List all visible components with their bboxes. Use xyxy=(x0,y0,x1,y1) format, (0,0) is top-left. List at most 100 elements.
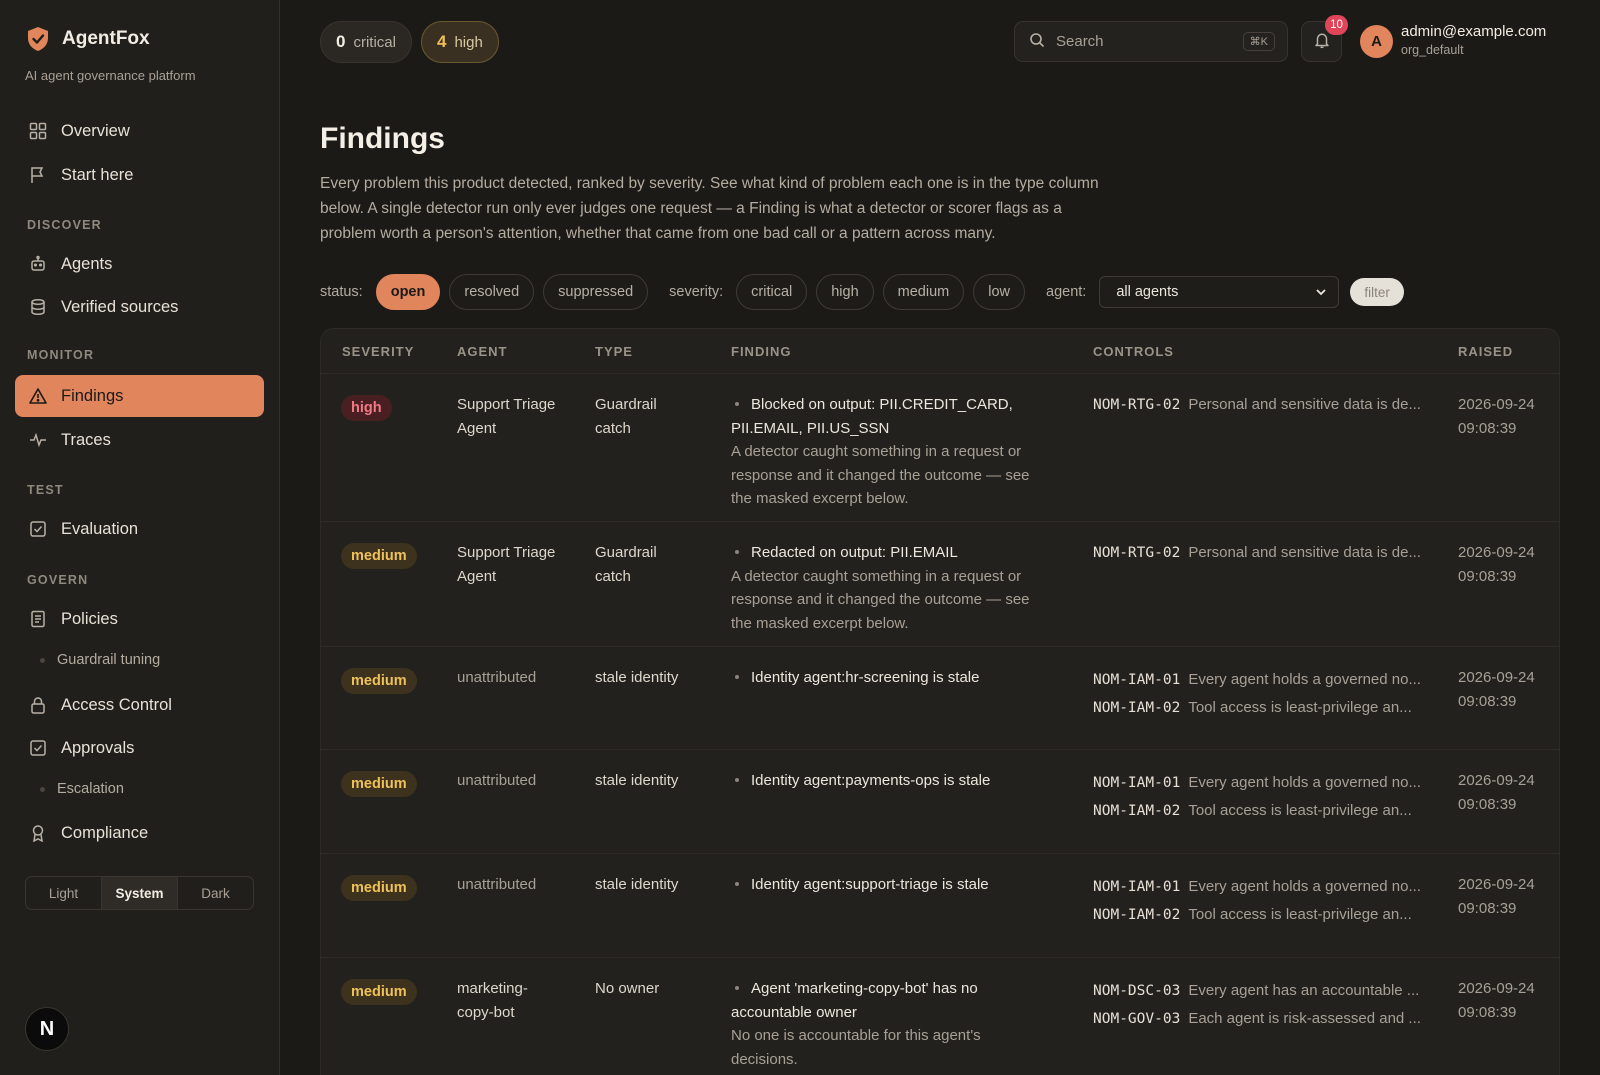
finding-cell[interactable]: Identity agent:payments-ops is stale xyxy=(731,769,1051,793)
search-icon xyxy=(1029,32,1045,52)
robot-icon xyxy=(28,255,47,274)
control-item[interactable]: NOM-DSC-03 Every agent has an accountable… xyxy=(1093,977,1423,1005)
brand-name: AgentFox xyxy=(62,28,150,49)
severity-badge: high xyxy=(341,395,392,421)
sidebar: AgentFox AI agent governance platform Ov… xyxy=(0,0,280,1075)
type-cell: stale identity xyxy=(595,772,679,789)
nav-compliance[interactable]: Compliance xyxy=(15,812,264,854)
filter-button[interactable]: filter xyxy=(1350,278,1404,306)
status-filter-label: status: xyxy=(320,284,363,300)
theme-dark-button[interactable]: Dark xyxy=(178,877,253,909)
agent-cell: unattributed xyxy=(457,876,537,893)
section-govern: GOVERN xyxy=(27,573,89,587)
raised-cell: 2026-09-24 09:08:39 xyxy=(1458,544,1535,585)
checkbox-icon xyxy=(28,739,47,758)
checkbox-icon xyxy=(28,520,47,539)
finding-cell[interactable]: Redacted on output: PII.EMAIL A detector… xyxy=(731,541,1051,635)
severity-critical-chip[interactable]: critical xyxy=(736,274,808,310)
agent-cell: Support Triage Agent xyxy=(457,396,556,437)
nav-findings[interactable]: Findings xyxy=(15,375,264,417)
type-cell: stale identity xyxy=(595,669,679,686)
header-agent[interactable]: AGENT xyxy=(457,344,508,359)
finding-cell[interactable]: Agent 'marketing-copy-bot' has no accoun… xyxy=(731,977,1031,1071)
severity-medium-chip[interactable]: medium xyxy=(882,274,965,310)
nav-findings-label: Findings xyxy=(61,386,124,405)
raised-cell: 2026-09-24 09:08:39 xyxy=(1458,669,1535,710)
header-controls[interactable]: CONTROLS xyxy=(1093,344,1174,359)
table-row[interactable]: high Support Triage Agent Guardrail catc… xyxy=(321,373,1559,521)
finding-cell[interactable]: Identity agent:support-triage is stale xyxy=(731,873,1051,897)
control-item[interactable]: NOM-IAM-02 Tool access is least-privilege… xyxy=(1093,797,1423,825)
nav-approvals[interactable]: Approvals xyxy=(15,727,264,769)
nav-overview[interactable]: Overview xyxy=(15,110,264,152)
control-item[interactable]: NOM-IAM-02 Tool access is least-privilege… xyxy=(1093,694,1423,722)
table-row[interactable]: medium marketing-copy-bot No owner Agent… xyxy=(321,957,1559,1075)
type-cell: stale identity xyxy=(595,876,679,893)
nav-access-control[interactable]: Access Control xyxy=(15,684,264,726)
finding-cell[interactable]: Identity agent:hr-screening is stale xyxy=(731,666,1051,690)
section-discover: DISCOVER xyxy=(27,218,102,232)
header-severity[interactable]: SEVERITY xyxy=(342,344,414,359)
nav-policies-label: Policies xyxy=(61,609,118,628)
severity-badge: medium xyxy=(341,875,417,901)
control-item[interactable]: NOM-GOV-03 Each agent is risk-assessed an… xyxy=(1093,1005,1423,1033)
control-item[interactable]: NOM-RTG-02 Personal and sensitive data is… xyxy=(1093,393,1423,418)
table-row[interactable]: medium unattributed stale identity Ident… xyxy=(321,853,1559,957)
dev-tools-badge[interactable]: N xyxy=(25,1007,69,1051)
agent-select[interactable]: all agents xyxy=(1099,276,1340,308)
finding-cell[interactable]: Blocked on output: PII.CREDIT_CARD, PII.… xyxy=(731,393,1051,511)
control-item[interactable]: NOM-IAM-01 Every agent holds a governed n… xyxy=(1093,873,1423,901)
status-resolved-chip[interactable]: resolved xyxy=(449,274,535,310)
database-icon xyxy=(28,298,47,317)
critical-count-pill[interactable]: 0 critical xyxy=(320,21,412,63)
page-description: Every problem this product detected, ran… xyxy=(320,175,1099,242)
header-type[interactable]: TYPE xyxy=(595,344,633,359)
brand[interactable]: AgentFox xyxy=(26,26,150,52)
nav-start-here[interactable]: Start here xyxy=(15,154,264,196)
section-test: TEST xyxy=(27,483,64,497)
finding-description: No one is accountable for this agent's d… xyxy=(731,1027,981,1068)
theme-light-button[interactable]: Light xyxy=(26,877,102,909)
user-email[interactable]: admin@example.com xyxy=(1401,23,1546,40)
control-item[interactable]: NOM-IAM-01 Every agent holds a governed n… xyxy=(1093,769,1423,797)
nav-escalation[interactable]: Escalation xyxy=(40,781,124,797)
avatar[interactable]: A xyxy=(1360,25,1393,58)
raised-cell: 2026-09-24 09:08:39 xyxy=(1458,980,1535,1021)
nav-evaluation[interactable]: Evaluation xyxy=(15,508,264,550)
header-finding[interactable]: FINDING xyxy=(731,344,791,359)
control-item[interactable]: NOM-IAM-02 Tool access is least-privilege… xyxy=(1093,901,1423,929)
finding-title: Identity agent:hr-screening is stale xyxy=(731,666,1051,690)
table-row[interactable]: medium unattributed stale identity Ident… xyxy=(321,646,1559,749)
lock-icon xyxy=(28,696,47,715)
agent-cell: marketing-copy-bot xyxy=(457,980,528,1021)
findings-table: SEVERITY AGENT TYPE FINDING CONTROLS RAI… xyxy=(320,328,1560,1075)
raised-cell: 2026-09-24 09:08:39 xyxy=(1458,876,1535,917)
table-row[interactable]: medium Support Triage Agent Guardrail ca… xyxy=(321,521,1559,646)
search-placeholder: Search xyxy=(1056,33,1104,50)
dot-icon xyxy=(40,657,45,663)
type-cell: No owner xyxy=(595,980,660,997)
severity-high-chip[interactable]: high xyxy=(816,274,874,310)
theme-system-button[interactable]: System xyxy=(102,877,178,909)
search-input[interactable]: Search ⌘K xyxy=(1014,21,1288,62)
high-count: 4 xyxy=(437,32,447,51)
severity-badge: medium xyxy=(341,668,417,694)
high-count-pill[interactable]: 4 high xyxy=(421,21,499,63)
bullet-icon xyxy=(735,777,739,782)
control-item[interactable]: NOM-IAM-01 Every agent holds a governed n… xyxy=(1093,666,1423,694)
nav-traces[interactable]: Traces xyxy=(15,419,264,461)
nav-policies[interactable]: Policies xyxy=(15,598,264,640)
nav-guardrail-tuning[interactable]: Guardrail tuning xyxy=(40,652,160,668)
severity-badge: medium xyxy=(341,979,417,1005)
controls-cell: NOM-RTG-02 Personal and sensitive data is… xyxy=(1093,541,1423,566)
status-open-chip[interactable]: open xyxy=(375,274,441,310)
filter-bar: status: open resolved suppressed severit… xyxy=(320,274,1404,310)
nav-agents[interactable]: Agents xyxy=(15,243,264,285)
status-suppressed-chip[interactable]: suppressed xyxy=(543,274,649,310)
table-row[interactable]: medium unattributed stale identity Ident… xyxy=(321,749,1559,853)
nav-verified-sources[interactable]: Verified sources xyxy=(15,286,264,328)
control-item[interactable]: NOM-RTG-02 Personal and sensitive data is… xyxy=(1093,541,1423,566)
severity-low-chip[interactable]: low xyxy=(973,274,1025,310)
header-raised[interactable]: RAISED xyxy=(1458,344,1513,359)
nav-guardrail-tuning-label: Guardrail tuning xyxy=(57,652,161,668)
